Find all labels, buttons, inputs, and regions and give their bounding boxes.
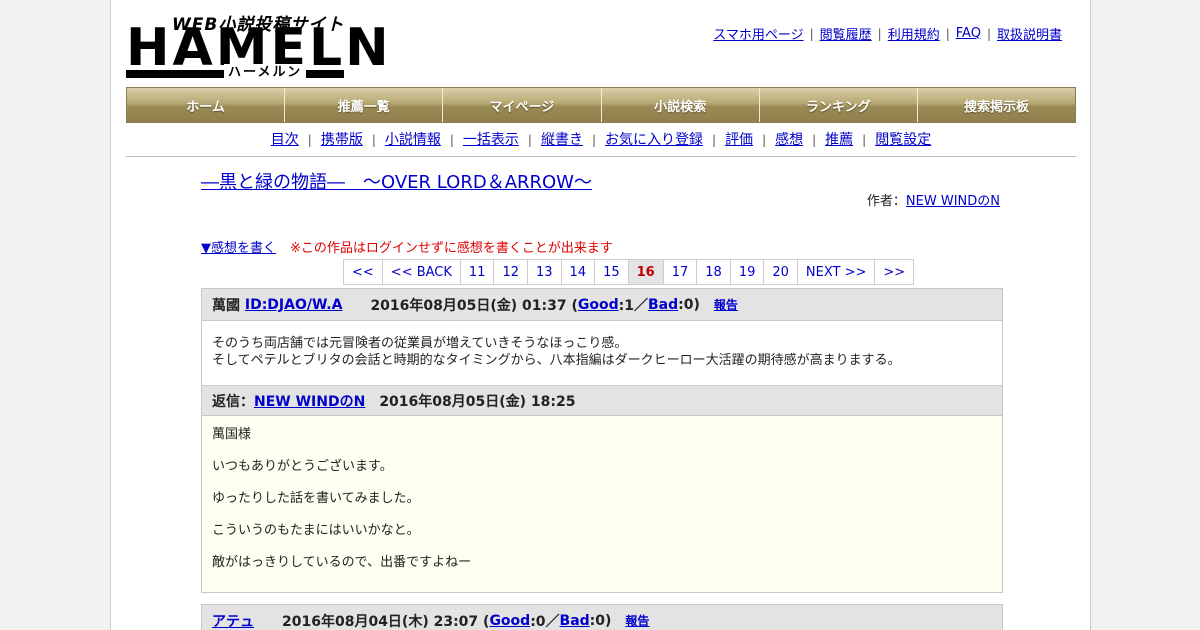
logo-kana: ハーメルン: [224, 64, 307, 82]
separator: |: [371, 133, 376, 147]
pagination: << << BACK 11 12 13 14 15 16 17 18 19 20…: [343, 259, 915, 285]
good-link[interactable]: Good: [489, 613, 530, 629]
comment-card: アテュ 2016年08月04日(木) 23:07 (Good:0／ Bad:0) …: [201, 604, 1003, 630]
bad-count: :0): [678, 296, 700, 313]
reply-body: 萬国様 いつもありがとうございます。 ゆったりした話を書いてみました。 こういう…: [202, 416, 1002, 592]
separator: |: [877, 26, 882, 41]
good-count: :1／: [618, 297, 648, 314]
page-18[interactable]: 18: [697, 260, 731, 284]
separator: |: [712, 133, 717, 147]
page-19[interactable]: 19: [731, 260, 765, 284]
nav-home[interactable]: ホーム: [127, 88, 286, 122]
top-links: スマホ用ページ | 閲覧履歴 | 利用規約 | FAQ | 取扱説明書: [713, 24, 1062, 43]
separator: |: [812, 133, 817, 147]
separator: |: [762, 133, 767, 147]
nav-ranking[interactable]: ランキング: [759, 88, 918, 122]
comment-line: そのうち両店舗では元冒険者の従業員が増えていきそうなほっこり感。: [212, 336, 628, 351]
reply-line: 萬国様: [212, 427, 252, 442]
comment-body: そのうち両店舗では元冒険者の従業員が増えていきそうなほっこり感。 そしてペテルと…: [202, 321, 1002, 385]
reply-line: ゆったりした話を書いてみました。: [212, 491, 420, 506]
commenter-name: 萬國: [212, 297, 240, 314]
page-back[interactable]: << BACK: [383, 260, 461, 284]
reply-header: 返信： NEW WINDのN 2016年08月05日(金) 18:25: [202, 385, 1002, 416]
page-17[interactable]: 17: [664, 260, 698, 284]
page-next[interactable]: NEXT >>: [798, 260, 876, 284]
nav-novel-search[interactable]: 小説検索: [601, 88, 760, 122]
comment-date: 2016年08月05日(金) 01:37 (: [370, 297, 578, 314]
comment-card: 萬國 ID:DJAO/W.A 2016年08月05日(金) 01:37 (Goo…: [201, 288, 1003, 593]
page-current: 16: [628, 260, 664, 284]
subnav-recommend[interactable]: 推薦: [825, 132, 853, 148]
subnav-vertical[interactable]: 縦書き: [541, 132, 583, 148]
comment-date: 2016年08月04日(木) 23:07 (: [282, 613, 490, 630]
bad-count: :0): [589, 612, 612, 629]
page-15[interactable]: 15: [595, 260, 629, 284]
link-history[interactable]: 閲覧履歴: [820, 24, 872, 43]
subnav-show-all[interactable]: 一括表示: [463, 132, 519, 148]
reply-date: 2016年08月05日(金) 18:25: [379, 393, 576, 410]
comment-header: 萬國 ID:DJAO/W.A 2016年08月05日(金) 01:37 (Goo…: [202, 289, 1002, 321]
novel-title-link[interactable]: ―黒と緑の物語― ～OVER LORD＆ARROW～: [201, 168, 592, 194]
write-comment-link[interactable]: ▼感想を書く: [201, 241, 276, 256]
subnav-novel-info[interactable]: 小説情報: [385, 132, 441, 148]
page-container: WEB小説投稿サイト HAMELN ハーメルン スマホ用ページ | 閲覧履歴 |…: [110, 0, 1091, 630]
nav-mypage[interactable]: マイページ: [443, 88, 602, 122]
divider: [126, 156, 1076, 157]
report-link[interactable]: 報告: [625, 612, 649, 629]
subnav-mobile[interactable]: 携帯版: [321, 132, 363, 148]
bad-link[interactable]: Bad: [648, 297, 678, 313]
link-smartphone[interactable]: スマホ用ページ: [713, 24, 803, 43]
guest-comment-note: ※この作品はログインせずに感想を書くことが出来ます: [290, 241, 613, 256]
author-link[interactable]: NEW WINDのN: [906, 194, 1000, 209]
link-faq[interactable]: FAQ: [956, 26, 981, 41]
good-link[interactable]: Good: [578, 297, 619, 313]
comment-line: そしてペテルとブリタの会話と時期的なタイミングから、八本指編はダークヒーロー大活…: [212, 353, 901, 368]
reply-line: 敵がはっきりしているので、出番ですよねー: [212, 555, 472, 570]
page-14[interactable]: 14: [562, 260, 596, 284]
link-manual[interactable]: 取扱説明書: [997, 24, 1062, 43]
reply-label: 返信：: [212, 393, 254, 410]
separator: |: [307, 133, 312, 147]
author-line: 作者：NEW WINDのN: [867, 190, 1000, 209]
hameln-logo[interactable]: WEB小説投稿サイト HAMELN ハーメルン: [126, 10, 389, 82]
separator: |: [945, 26, 950, 41]
main-nav: ホーム 推薦一覧 マイページ 小説検索 ランキング 捜索掲示板: [126, 87, 1076, 123]
separator: |: [862, 133, 867, 147]
subnav-view-settings[interactable]: 閲覧設定: [875, 132, 931, 148]
page-12[interactable]: 12: [494, 260, 528, 284]
subnav-rating[interactable]: 評価: [725, 132, 753, 148]
reply-line: いつもありがとうございます。: [212, 459, 393, 474]
author-label: 作者：: [866, 194, 906, 209]
novel-subnav: 目次 | 携帯版 | 小説情報 | 一括表示 | 縦書き | お気に入り登録 | 評価 | 感想 | 推薦 | 閲覧…: [126, 129, 1076, 149]
report-link[interactable]: 報告: [714, 296, 738, 313]
commenter-name-link[interactable]: アテュ: [212, 611, 254, 630]
subnav-toc[interactable]: 目次: [271, 132, 299, 148]
separator: |: [986, 26, 991, 41]
subnav-comments[interactable]: 感想: [775, 132, 803, 148]
page-first[interactable]: <<: [344, 260, 383, 284]
nav-recommend-list[interactable]: 推薦一覧: [285, 88, 444, 122]
nav-search-board[interactable]: 捜索掲示板: [917, 88, 1076, 122]
separator: |: [449, 133, 454, 147]
reply-author-link[interactable]: NEW WINDのN: [254, 391, 365, 411]
comment-header: アテュ 2016年08月04日(木) 23:07 (Good:0／ Bad:0) …: [202, 605, 1002, 630]
reply-line: こういうのもたまにはいいかなと。: [212, 523, 420, 538]
page-13[interactable]: 13: [528, 260, 562, 284]
link-terms[interactable]: 利用規約: [888, 24, 940, 43]
separator: |: [591, 133, 597, 147]
bad-link[interactable]: Bad: [560, 613, 590, 629]
write-comment-row: ▼感想を書く ※この作品はログインせずに感想を書くことが出来ます: [201, 237, 613, 256]
commenter-id-link[interactable]: ID:DJAO/W.A: [245, 297, 343, 313]
separator: |: [527, 133, 532, 147]
subnav-favorite[interactable]: お気に入り登録: [605, 132, 703, 148]
good-count: :0／: [530, 613, 560, 630]
page-20[interactable]: 20: [764, 260, 798, 284]
page-last[interactable]: >>: [875, 260, 913, 284]
page-11[interactable]: 11: [461, 260, 495, 284]
separator: |: [809, 26, 814, 41]
